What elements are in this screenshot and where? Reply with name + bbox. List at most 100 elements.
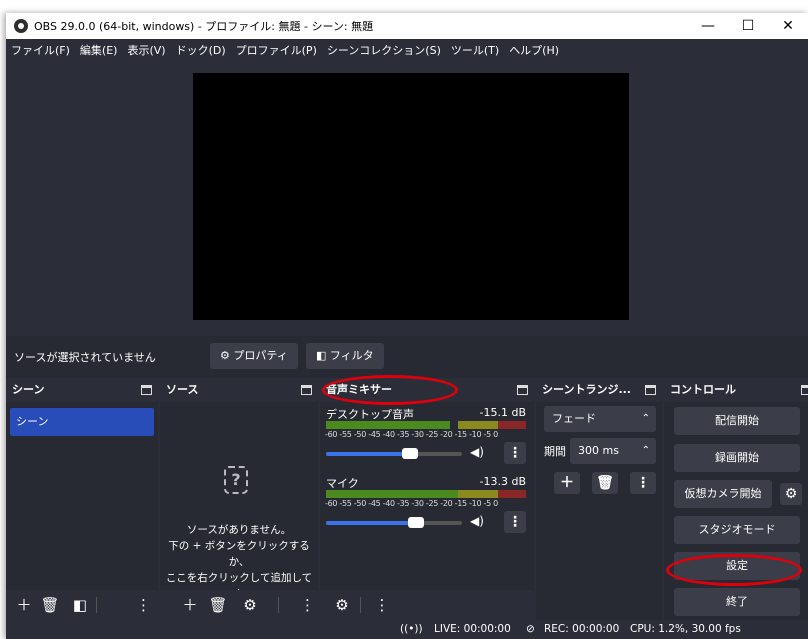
- mixer-toolbar: ⚙ ⋮: [320, 590, 534, 620]
- gear-icon: ⚙: [220, 349, 230, 362]
- cpu-fps: CPU: 1.2%, 30.00 fps: [630, 623, 741, 635]
- transitions-title: シーントランジ...: [542, 383, 631, 396]
- window-title: OBS 29.0.0 (64-bit, windows) - プロファイル: 無…: [34, 20, 374, 33]
- menu-profile[interactable]: プロファイル(P): [231, 39, 322, 63]
- slider-fill: [326, 521, 416, 525]
- menu-scene-collection[interactable]: シーンコレクション(S): [322, 39, 446, 63]
- controls-title: コントロール: [670, 383, 736, 396]
- add-transition-button[interactable]: ＋: [554, 472, 580, 494]
- trash-icon[interactable]: 🗑: [38, 594, 62, 616]
- meter-green: [326, 490, 458, 498]
- empty-line-2: 下の + ボタンをクリックするか、: [168, 540, 310, 568]
- duration-spinbox[interactable]: 300 ms ⌃: [570, 438, 656, 464]
- slider-knob[interactable]: [402, 448, 419, 459]
- live-icon: ((•)): [400, 623, 423, 635]
- controls-dock: コントロール 配信開始 録画開始 仮想カメラ開始 ⚙ スタジオモード 設定 終了: [664, 378, 808, 620]
- undock-icon[interactable]: [645, 385, 656, 395]
- add-source-button[interactable]: ＋: [178, 594, 202, 616]
- duration-label: 期間: [544, 445, 566, 458]
- scenes-header: シーン: [6, 378, 158, 402]
- desktop-audio-name: デスクトップ音声: [326, 408, 414, 421]
- scenes-toolbar: ＋ 🗑 ◧ ⋮: [6, 590, 158, 620]
- mic-meter: [326, 490, 526, 498]
- scene-item[interactable]: シーン: [10, 408, 154, 436]
- toolbar-separator: [278, 597, 279, 613]
- mixer-body: デスクトップ音声 -15.1 dB -60 -55 -50 -45 -40 -3…: [320, 402, 534, 620]
- settings-button[interactable]: 設定: [674, 552, 800, 580]
- sources-header: ソース: [160, 378, 318, 402]
- meter-scale: -60 -55 -50 -45 -40 -35 -30 -25 -20 -15 …: [325, 430, 498, 439]
- desktop-audio-menu-button[interactable]: ⋮: [504, 442, 526, 464]
- desktop-audio-meter: [326, 421, 526, 429]
- transition-select[interactable]: フェード ⌃: [544, 406, 656, 432]
- mic-volume-slider[interactable]: [326, 517, 462, 528]
- menu-edit[interactable]: 編集(E): [75, 39, 123, 63]
- menu-view[interactable]: 表示(V): [122, 39, 170, 63]
- advanced-audio-gear-icon[interactable]: ⚙: [330, 594, 354, 616]
- speaker-icon[interactable]: ◀): [470, 445, 484, 459]
- filter-icon: ◧: [316, 349, 327, 362]
- trash-icon[interactable]: 🗑: [206, 594, 230, 616]
- toolbar-separator: [360, 597, 361, 613]
- close-button[interactable]: ✕: [768, 13, 808, 39]
- mic-menu-button[interactable]: ⋮: [504, 511, 526, 533]
- menu-help[interactable]: ヘルプ(H): [504, 39, 564, 63]
- menu-file[interactable]: ファイル(F): [6, 39, 75, 63]
- speaker-icon[interactable]: ◀): [470, 514, 484, 528]
- sources-list[interactable]: ? ソースがありません。 下の + ボタンをクリックするか、 ここを右クリックし…: [160, 402, 318, 620]
- controls-body: 配信開始 録画開始 仮想カメラ開始 ⚙ スタジオモード 設定 終了: [664, 402, 808, 620]
- transitions-header: シーントランジ...: [536, 378, 662, 402]
- menu-bar: ファイル(F) 編集(E) 表示(V) ドック(D) プロファイル(P) シーンコレクショ…: [6, 39, 808, 63]
- more-icon[interactable]: ⋮: [300, 594, 315, 616]
- gear-icon[interactable]: ⚙: [780, 483, 802, 505]
- transitions-body: フェード ⌃ 期間 300 ms ⌃ ＋ 🗑 ⋮: [536, 402, 662, 620]
- question-icon: ?: [224, 466, 248, 494]
- rec-icon: ⊘: [526, 623, 535, 635]
- start-virtual-camera-button[interactable]: 仮想カメラ開始: [674, 480, 772, 508]
- mixer-title: 音声ミキサー: [326, 383, 392, 396]
- more-icon[interactable]: ⋮: [374, 594, 390, 616]
- sources-toolbar: ＋ 🗑 ⚙ ⋮: [160, 590, 318, 620]
- undock-icon[interactable]: [301, 385, 312, 395]
- undock-icon[interactable]: [801, 385, 808, 395]
- filter-icon[interactable]: ◧: [68, 594, 92, 616]
- minimize-button[interactable]: —: [688, 13, 728, 39]
- menu-docks[interactable]: ドック(D): [171, 39, 231, 63]
- undock-icon[interactable]: [517, 385, 528, 395]
- exit-button[interactable]: 終了: [674, 588, 800, 616]
- start-streaming-button[interactable]: 配信開始: [674, 407, 800, 435]
- slider-fill: [326, 452, 411, 456]
- meter-green: [326, 421, 450, 429]
- preview-canvas[interactable]: [193, 73, 629, 320]
- obs-logo-icon: [14, 19, 28, 33]
- more-icon[interactable]: ⋮: [630, 472, 656, 494]
- meter-yellow: [458, 490, 498, 498]
- preview-area: [6, 63, 808, 336]
- source-toolbar: ソースが選択されていません ⚙ プロパティ ◧ フィルタ: [6, 336, 808, 378]
- start-recording-button[interactable]: 録画開始: [674, 444, 800, 472]
- maximize-button[interactable]: ☐: [728, 13, 768, 39]
- slider-knob[interactable]: [407, 517, 424, 528]
- meter-scale: -60 -55 -50 -45 -40 -35 -30 -25 -20 -15 …: [325, 499, 498, 508]
- toolbar-separator: [96, 597, 97, 613]
- meter-yellow: [458, 421, 498, 429]
- more-icon[interactable]: ⋮: [136, 594, 151, 616]
- mic-name: マイク: [326, 477, 359, 490]
- add-scene-button[interactable]: ＋: [12, 594, 36, 616]
- desktop-audio-db: -15.1 dB: [479, 406, 527, 419]
- transition-selected: フェード: [552, 412, 596, 425]
- updown-icon: ⌃: [641, 413, 650, 424]
- undock-icon[interactable]: [141, 385, 152, 395]
- sources-dock: ソース ? ソースがありません。 下の + ボタンをクリックするか、 ここを右ク…: [160, 378, 318, 620]
- studio-mode-button[interactable]: スタジオモード: [674, 516, 800, 544]
- scenes-dock: シーン シーン ＋ 🗑 ◧ ⋮: [6, 378, 158, 620]
- filters-button[interactable]: ◧ フィルタ: [306, 343, 384, 369]
- menu-tools[interactable]: ツール(T): [446, 39, 504, 63]
- properties-label: プロパティ: [233, 349, 288, 362]
- empty-line-1: ソースがありません。: [186, 524, 292, 536]
- gear-icon[interactable]: ⚙: [238, 594, 262, 616]
- trash-icon[interactable]: 🗑: [592, 472, 618, 494]
- desktop-audio-volume-slider[interactable]: [326, 448, 462, 459]
- properties-button[interactable]: ⚙ プロパティ: [210, 343, 298, 369]
- mic-db: -13.3 dB: [479, 475, 527, 488]
